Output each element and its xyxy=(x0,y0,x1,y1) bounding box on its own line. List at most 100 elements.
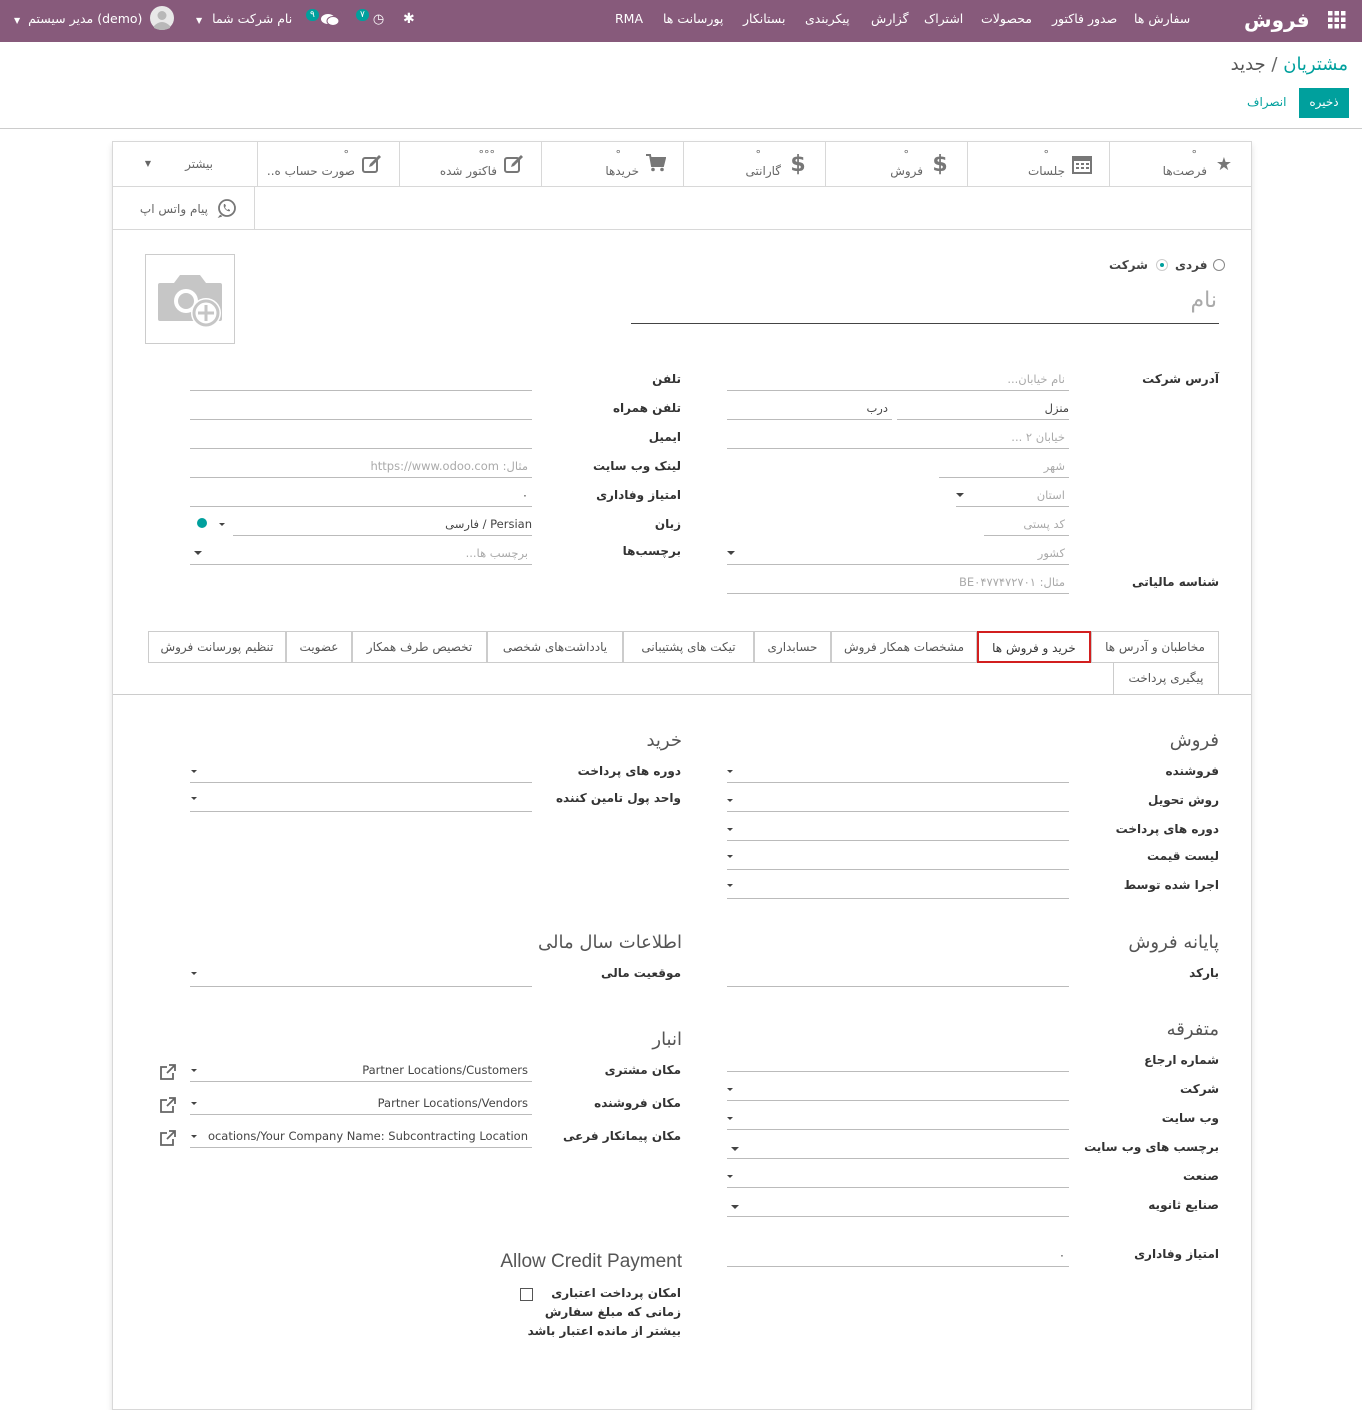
menu-orders[interactable]: سفارش ها xyxy=(1134,0,1190,42)
radio-individual[interactable] xyxy=(1213,258,1226,271)
purchase-payment-terms-select[interactable] xyxy=(190,761,532,783)
barcode-input[interactable] xyxy=(727,965,1069,987)
state-select[interactable]: استان xyxy=(956,485,1069,507)
sales-button[interactable]: $ ° فروش xyxy=(825,142,967,186)
debug-icon[interactable]: ✱ xyxy=(403,0,415,42)
save-button[interactable]: ذخیره xyxy=(1299,88,1349,118)
menu-commissions[interactable]: پورسانت ها xyxy=(663,0,723,42)
radio-company[interactable] xyxy=(1155,258,1168,271)
company-select[interactable] xyxy=(727,1079,1069,1101)
messaging-menu[interactable]: ۹ xyxy=(306,0,340,42)
opportunities-button[interactable]: ★ ° فرصت‌ها xyxy=(1109,142,1251,186)
delivery-method-select[interactable] xyxy=(727,790,1069,812)
currency-dropdown-icon[interactable] xyxy=(191,797,197,800)
industry-dropdown-icon[interactable] xyxy=(727,1175,733,1178)
website-dropdown-icon[interactable] xyxy=(727,1117,733,1120)
executed-by-select[interactable] xyxy=(727,877,1069,899)
menu-creditor[interactable]: بستانکار xyxy=(743,0,785,42)
executed-by-dropdown-icon[interactable] xyxy=(727,884,733,887)
more-button[interactable]: بیشتر ▼ xyxy=(113,142,257,186)
vat-input[interactable]: مثال: BE۰۴۷۷۴۷۲۷۰۱ xyxy=(727,572,1069,594)
external-link-icon[interactable] xyxy=(159,1063,177,1081)
vendor-location-dropdown-icon[interactable] xyxy=(191,1102,197,1105)
delivery-dropdown-icon[interactable] xyxy=(727,799,733,802)
tab-sales-purchase[interactable]: خرید و فروش ها xyxy=(977,631,1091,663)
website-select[interactable] xyxy=(727,1108,1069,1130)
external-link-icon[interactable] xyxy=(159,1129,177,1147)
city-input[interactable]: شهر xyxy=(939,456,1069,478)
purchase-terms-dropdown-icon[interactable] xyxy=(191,770,197,773)
zip-input[interactable]: کد پستی xyxy=(984,514,1069,536)
door-input[interactable]: درب xyxy=(727,398,892,420)
sale-payment-terms-select[interactable] xyxy=(727,819,1069,841)
apps-menu-icon[interactable] xyxy=(1328,0,1350,42)
mobile-input[interactable] xyxy=(190,398,532,420)
pricelist-dropdown-icon[interactable] xyxy=(727,855,733,858)
website-tags-input[interactable] xyxy=(727,1137,1069,1159)
purchases-button[interactable]: ° خریدها xyxy=(541,142,683,186)
tab-internal-notes[interactable]: یادداشت‌های شخصی xyxy=(487,631,623,663)
activity-menu[interactable]: ۷ ◷ xyxy=(356,0,384,42)
menu-configuration[interactable]: پیکربندی xyxy=(805,0,850,42)
partner-type-company[interactable]: شرکت xyxy=(1109,257,1168,272)
website-input[interactable]: مثال: https://www.odoo.com xyxy=(190,456,532,478)
website-tags-dropdown-icon[interactable] xyxy=(731,1147,739,1151)
phone-input[interactable] xyxy=(190,369,532,391)
statement-button[interactable]: ° صورت حساب ه.. xyxy=(257,142,399,186)
state-dropdown-icon[interactable] xyxy=(956,493,964,497)
invoiced-button[interactable]: °°° فاکتور شده xyxy=(399,142,541,186)
subcontract-location-select[interactable]: ocations/Your Company Name: Subcontracti… xyxy=(190,1126,532,1148)
fiscal-dropdown-icon[interactable] xyxy=(191,972,197,975)
user-menu[interactable]: ▼ مدیر سیستم (demo) xyxy=(14,0,175,42)
industry-select[interactable] xyxy=(727,1166,1069,1188)
discard-button[interactable]: انصراف xyxy=(1247,88,1286,116)
tab-payment-followup[interactable]: پیگیری پرداخت xyxy=(1113,663,1219,695)
tab-helpdesk-tickets[interactable]: تیکت های پشتیبانی xyxy=(623,631,754,663)
tab-commission-setup[interactable]: تنظیم پورسانت فروش xyxy=(148,631,286,663)
secondary-industries-dropdown-icon[interactable] xyxy=(731,1205,739,1209)
warranty-button[interactable]: $ ° گارانتی xyxy=(683,142,825,186)
tags-dropdown-icon[interactable] xyxy=(194,551,202,555)
tags-input[interactable]: برچسب ها... xyxy=(190,543,532,565)
meetings-button[interactable]: ° جلسات xyxy=(967,142,1109,186)
tab-partner-assignment[interactable]: تخصیص طرف همکار xyxy=(352,631,487,663)
loyalty-points-input[interactable]: ۰ xyxy=(190,485,532,507)
allow-credit-checkbox[interactable] xyxy=(520,1288,533,1301)
globe-icon[interactable] xyxy=(197,518,207,528)
reference-input[interactable] xyxy=(727,1050,1069,1072)
menu-products[interactable]: محصولات xyxy=(981,0,1032,42)
partner-image-upload[interactable] xyxy=(145,254,235,344)
country-select[interactable]: کشور xyxy=(727,543,1069,565)
fiscal-position-select[interactable] xyxy=(190,965,532,987)
salesperson-dropdown-icon[interactable] xyxy=(727,770,733,773)
sale-terms-dropdown-icon[interactable] xyxy=(727,828,733,831)
company-dropdown-icon[interactable] xyxy=(727,1088,733,1091)
tab-accounting[interactable]: حسابداری xyxy=(754,631,831,663)
subcontract-location-dropdown-icon[interactable] xyxy=(191,1135,197,1138)
tab-contacts-addresses[interactable]: مخاطبان و آدرس ها xyxy=(1091,631,1219,663)
customer-location-select[interactable]: Partner Locations/Customers xyxy=(190,1060,532,1082)
external-link-icon[interactable] xyxy=(159,1096,177,1114)
menu-invoicing[interactable]: صدور فاکتور xyxy=(1052,0,1117,42)
app-brand[interactable]: فروش xyxy=(1244,0,1310,42)
pricelist-select[interactable] xyxy=(727,848,1069,870)
breadcrumb-parent[interactable]: مشتریان xyxy=(1283,54,1348,75)
language-select[interactable]: Persian / فارسی xyxy=(233,514,532,536)
secondary-industries-input[interactable] xyxy=(727,1195,1069,1217)
company-switcher[interactable]: ▼ نام شرکت شما xyxy=(196,0,292,42)
menu-reporting[interactable]: گزارش xyxy=(871,0,909,42)
menu-subscription[interactable]: اشتراک xyxy=(924,0,963,42)
customer-location-dropdown-icon[interactable] xyxy=(191,1069,197,1072)
name-input[interactable]: نام xyxy=(631,284,1219,324)
salesperson-select[interactable] xyxy=(727,761,1069,783)
supplier-currency-select[interactable] xyxy=(190,790,532,812)
home-input[interactable]: منزل xyxy=(897,398,1069,420)
street2-input[interactable]: خیابان ۲ ... xyxy=(727,427,1069,449)
tab-sales-partner[interactable]: مشخصات همکار فروش xyxy=(831,631,977,663)
tab-membership[interactable]: عضویت xyxy=(286,631,352,663)
email-input[interactable] xyxy=(190,427,532,449)
country-dropdown-icon[interactable] xyxy=(727,551,735,555)
street-input[interactable]: نام خیابان... xyxy=(727,369,1069,391)
menu-rma[interactable]: RMA xyxy=(615,0,643,42)
partner-type-individual[interactable]: فردی xyxy=(1175,257,1226,272)
